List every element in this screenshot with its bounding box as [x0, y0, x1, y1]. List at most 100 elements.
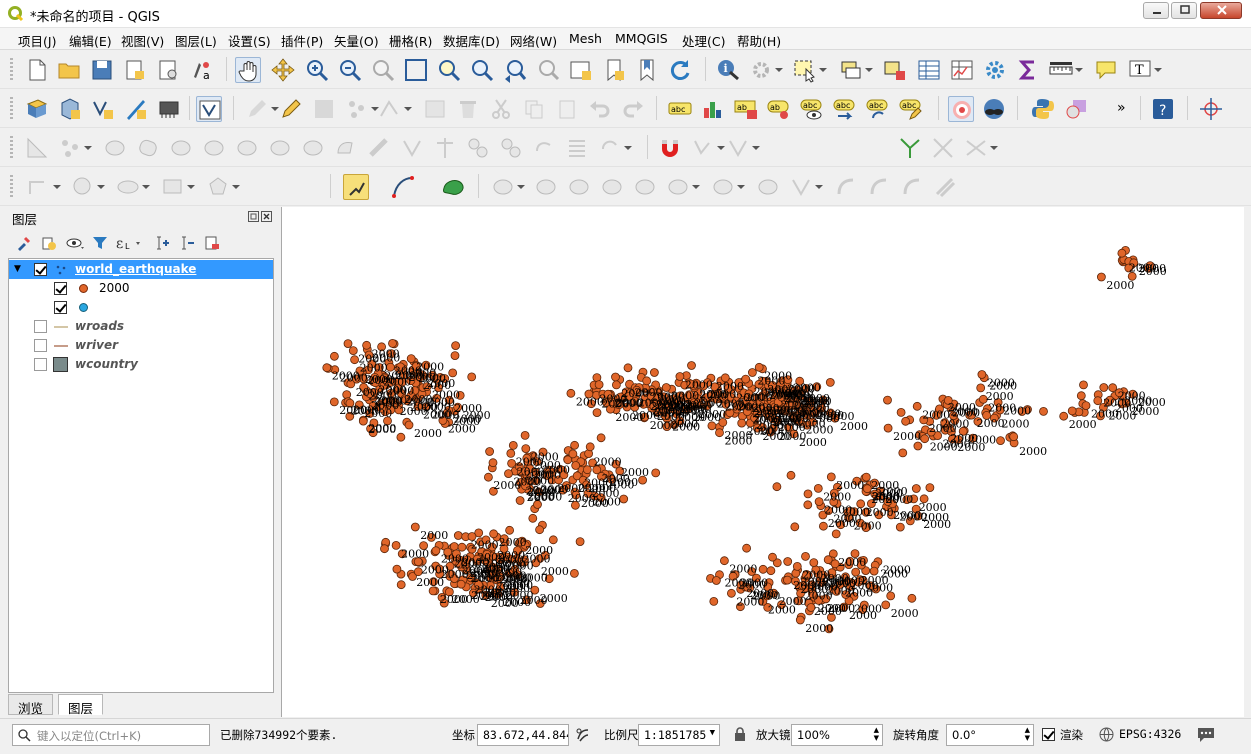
move-label-button[interactable]: abc [832, 96, 858, 122]
earthquake-point[interactable] [362, 340, 371, 350]
earthquake-point[interactable] [977, 370, 987, 379]
earthquake-point[interactable] [911, 484, 921, 493]
collapse-arrow-icon[interactable]: ▼ [14, 264, 21, 274]
earthquake-point[interactable] [651, 468, 661, 478]
edit-tool-9[interactable] [366, 135, 392, 161]
digitize-tool-12[interactable] [899, 174, 925, 200]
earthquake-point[interactable] [448, 368, 458, 378]
delete-selected-button[interactable] [455, 96, 481, 122]
maximize-button[interactable] [1171, 2, 1197, 19]
earthquake-point[interactable] [709, 596, 719, 606]
earthquake-point[interactable] [747, 368, 757, 377]
earthquake-point[interactable] [803, 500, 813, 510]
add-circle-button[interactable] [70, 174, 105, 200]
earthquake-point[interactable] [1093, 396, 1103, 406]
earthquake-point[interactable] [649, 368, 659, 377]
earthquake-point[interactable] [896, 407, 906, 417]
paste-features-button[interactable] [554, 96, 580, 122]
snapping-toggle-button[interactable] [657, 135, 683, 161]
earthquake-point[interactable] [322, 363, 332, 373]
digitize-tool-2[interactable] [533, 174, 559, 200]
select-by-value-button[interactable] [838, 57, 873, 83]
earthquake-point[interactable] [508, 440, 518, 450]
plugin-shapes-button[interactable] [1063, 96, 1089, 122]
layer-category-2000[interactable]: 2000 [9, 279, 273, 298]
layer-visibility-checkbox[interactable] [34, 320, 47, 333]
redo-button[interactable] [620, 96, 646, 122]
close-panel-icon[interactable] [261, 211, 272, 222]
earthquake-point[interactable] [1117, 248, 1127, 258]
earthquake-point[interactable] [391, 540, 401, 550]
earthquake-point[interactable] [485, 447, 495, 456]
earthquake-point[interactable] [925, 483, 935, 493]
earthquake-point[interactable] [1099, 383, 1109, 392]
avoid-overlap-button[interactable] [963, 135, 998, 161]
edit-tool-15[interactable] [564, 135, 590, 161]
earthquake-point[interactable] [754, 362, 764, 372]
earthquake-point[interactable] [342, 390, 352, 400]
digitize-tool-6[interactable] [665, 174, 700, 200]
earthquake-point[interactable] [507, 458, 517, 468]
digitize-tool-10[interactable] [833, 174, 859, 200]
earthquake-point[interactable] [831, 529, 841, 539]
earthquake-point[interactable] [410, 522, 420, 532]
new-map-view-button[interactable] [568, 57, 594, 83]
earthquake-point[interactable] [404, 420, 414, 430]
zoom-in-button[interactable] [304, 57, 330, 83]
earthquake-point[interactable] [782, 575, 792, 585]
earthquake-point[interactable] [792, 561, 802, 571]
menu-raster[interactable]: 栅格(R) [389, 31, 432, 50]
topological-editing-button[interactable] [897, 135, 923, 161]
menu-vector[interactable]: 矢量(O) [334, 31, 379, 50]
digitize-tool-11[interactable] [866, 174, 892, 200]
plugin-vertex-button[interactable] [343, 174, 369, 200]
earthquake-point[interactable] [343, 339, 353, 349]
earthquake-point[interactable] [456, 579, 466, 589]
edit-tool-12[interactable] [465, 135, 491, 161]
earthquake-point[interactable] [813, 483, 823, 493]
earthquake-point[interactable] [611, 372, 620, 382]
cut-features-button[interactable] [488, 96, 514, 122]
spin-arrows-icon[interactable]: ▲▼ [1025, 726, 1030, 742]
earthquake-point[interactable] [505, 525, 515, 535]
layer-item-wriver[interactable]: wriver [9, 336, 273, 355]
layer-visibility-checkbox[interactable] [34, 339, 47, 352]
earthquake-point[interactable] [687, 361, 696, 370]
snapping-type-button[interactable] [725, 135, 760, 161]
collapse-all-icon[interactable] [179, 235, 195, 251]
earthquake-point[interactable] [548, 535, 558, 545]
earthquake-point[interactable] [515, 496, 525, 505]
edit-tool-5[interactable] [234, 135, 260, 161]
pan-to-selection-button[interactable] [270, 57, 296, 83]
earthquake-point[interactable] [881, 600, 891, 610]
copy-features-button[interactable] [521, 96, 547, 122]
close-button[interactable] [1200, 2, 1242, 19]
earthquake-point[interactable] [450, 351, 460, 361]
earthquake-point[interactable] [1067, 406, 1077, 416]
undo-button[interactable] [587, 96, 613, 122]
lock-icon[interactable] [733, 726, 747, 742]
style-manager-button[interactable]: a [188, 57, 214, 83]
layer-item-world-earthquake[interactable]: ▼ world_earthquake [9, 260, 273, 279]
minimize-button[interactable] [1143, 2, 1169, 19]
earthquake-point[interactable] [737, 418, 747, 428]
new-print-layout-button[interactable] [122, 57, 148, 83]
pin-labels-button[interactable]: ab [766, 96, 792, 122]
new-bookmark-button[interactable] [601, 57, 627, 83]
new-project-button[interactable] [24, 57, 50, 83]
zoom-to-selection-button[interactable] [436, 57, 462, 83]
earthquake-point[interactable] [819, 521, 828, 531]
scale-select[interactable]: 1:1851785 ▼ [638, 724, 720, 746]
earthquake-point[interactable] [388, 338, 397, 348]
earthquake-point[interactable] [528, 513, 538, 523]
float-panel-icon[interactable] [248, 211, 259, 222]
earthquake-point[interactable] [594, 380, 604, 390]
filter-expression-icon[interactable]: εL [116, 235, 144, 251]
map-canvas[interactable]: 2000 2000 2000 2000 2000 2000 2000 2000 2000 2000… [281, 207, 1244, 717]
snapping-mode-button[interactable] [690, 135, 725, 161]
category-checkbox[interactable] [54, 282, 67, 295]
plugin-heatmap-button[interactable] [948, 96, 974, 122]
layer-item-wroads[interactable]: wroads [9, 317, 273, 336]
filter-icon[interactable] [92, 235, 108, 251]
digitize-tool-9[interactable] [788, 174, 823, 200]
